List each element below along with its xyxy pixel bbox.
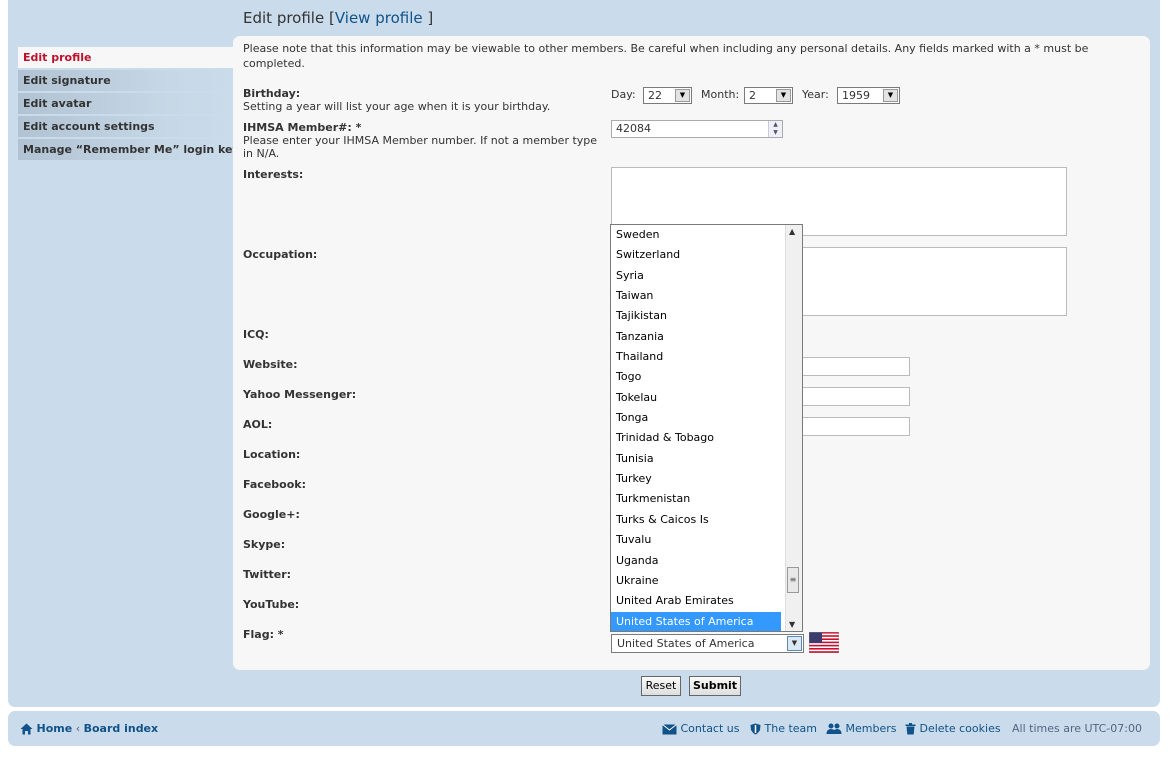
- trash-icon: [905, 723, 916, 735]
- home-link[interactable]: Home: [37, 722, 73, 735]
- contact-us-text: Contact us: [680, 722, 740, 735]
- delete-cookies-link[interactable]: Delete cookies: [905, 722, 1001, 735]
- interests-label: Interests:: [243, 168, 304, 181]
- flag-select[interactable]: United States of America ▼: [611, 634, 804, 653]
- dropdown-option[interactable]: Tanzania: [611, 327, 781, 347]
- year-value: 1959: [842, 89, 870, 102]
- birthday-help: Setting a year will list your age when i…: [243, 100, 551, 113]
- member-label: IHMSA Member#: *: [243, 121, 362, 134]
- dropdown-option[interactable]: Sweden: [611, 225, 781, 245]
- page-title: Edit profile [View profile ]: [243, 9, 433, 27]
- scroll-up-icon[interactable]: ▲: [789, 227, 795, 236]
- yahoo-label: Yahoo Messenger:: [243, 388, 357, 401]
- the-team-text: The team: [764, 722, 818, 735]
- location-label: Location:: [243, 448, 301, 461]
- dropdown-option[interactable]: Uganda: [611, 551, 781, 571]
- contact-us-link[interactable]: Contact us: [662, 722, 740, 735]
- dropdown-option[interactable]: Tokelau: [611, 388, 781, 408]
- reset-button[interactable]: Reset: [641, 676, 681, 696]
- tab-edit-avatar[interactable]: Edit avatar: [18, 93, 233, 114]
- day-label: Day:: [611, 88, 636, 101]
- twitter-label: Twitter:: [243, 568, 292, 581]
- dropdown-scrollbar[interactable]: ▲ ≡ ▼: [785, 225, 802, 631]
- timezone-text: All times are UTC-07:00: [1012, 722, 1142, 735]
- tab-edit-profile[interactable]: Edit profile: [18, 47, 233, 68]
- dropdown-option[interactable]: Tuvalu: [611, 530, 781, 550]
- chevron-down-icon: ▼: [883, 89, 898, 102]
- year-select[interactable]: 1959 ▼: [837, 87, 900, 104]
- scroll-down-icon[interactable]: ▼: [789, 620, 795, 629]
- youtube-label: YouTube:: [243, 598, 300, 611]
- chevron-down-icon: ▼: [776, 89, 791, 102]
- number-spinner[interactable]: ▲ ▼: [768, 121, 782, 137]
- chevron-down-icon: ▼: [675, 89, 690, 102]
- member-number-value: 42084: [616, 122, 651, 135]
- birthday-label: Birthday:: [243, 87, 301, 100]
- dropdown-option[interactable]: Syria: [611, 266, 781, 286]
- dropdown-option-selected[interactable]: United States of America: [611, 611, 781, 631]
- dropdown-option[interactable]: Turkmenistan: [611, 489, 781, 509]
- the-team-link[interactable]: The team: [750, 722, 817, 735]
- day-value: 22: [648, 89, 662, 102]
- dropdown-option[interactable]: Turks & Caicos Is: [611, 510, 781, 530]
- envelope-icon: [662, 723, 677, 734]
- tab-edit-account-settings[interactable]: Edit account settings: [18, 116, 233, 137]
- dropdown-option[interactable]: Trinidad & Tobago: [611, 428, 781, 448]
- flag-dropdown-list[interactable]: Sweden Switzerland Syria Taiwan Tajikist…: [610, 224, 803, 632]
- breadcrumb-separator-icon: ‹: [75, 722, 81, 735]
- facebook-label: Facebook:: [243, 478, 306, 491]
- bracket-close: ]: [427, 9, 434, 27]
- page-title-text: Edit profile: [243, 9, 325, 27]
- dropdown-option[interactable]: United Arab Emirates: [611, 591, 781, 611]
- month-select[interactable]: 2 ▼: [744, 87, 793, 104]
- dropdown-option[interactable]: Switzerland: [611, 245, 781, 265]
- icq-label: ICQ:: [243, 328, 269, 341]
- view-profile-link[interactable]: View profile: [335, 9, 423, 27]
- scrollbar-thumb[interactable]: ≡: [787, 567, 799, 593]
- aol-label: AOL:: [243, 418, 273, 431]
- skype-label: Skype:: [243, 538, 286, 551]
- dropdown-option[interactable]: Taiwan: [611, 286, 781, 306]
- website-label: Website:: [243, 358, 298, 371]
- members-text: Members: [845, 722, 897, 735]
- dropdown-option[interactable]: Turkey: [611, 469, 781, 489]
- dropdown-option[interactable]: Tajikistan: [611, 306, 781, 326]
- dropdown-option[interactable]: Ukraine: [611, 571, 781, 591]
- tab-remember-me-keys[interactable]: Manage “Remember Me” login keys: [18, 139, 233, 160]
- tab-edit-signature[interactable]: Edit signature: [18, 70, 233, 91]
- breadcrumb: Home ‹ Board index: [20, 722, 158, 735]
- chevron-down-icon: ▼: [787, 636, 802, 651]
- member-number-input[interactable]: 42084 ▲ ▼: [611, 120, 783, 138]
- home-icon: [20, 723, 33, 735]
- delete-cookies-text: Delete cookies: [919, 722, 1001, 735]
- occupation-label: Occupation:: [243, 248, 318, 261]
- users-icon: [826, 723, 842, 734]
- dropdown-option[interactable]: Togo: [611, 367, 781, 387]
- shield-icon: [750, 723, 761, 735]
- year-label: Year:: [802, 88, 829, 101]
- flag-label: Flag: *: [243, 628, 284, 641]
- google-label: Google+:: [243, 508, 300, 521]
- submit-button[interactable]: Submit: [689, 676, 741, 696]
- dropdown-option[interactable]: Tonga: [611, 408, 781, 428]
- flag-select-value: United States of America: [617, 637, 755, 650]
- month-value: 2: [749, 89, 756, 102]
- dropdown-option[interactable]: Thailand: [611, 347, 781, 367]
- sidebar-tabs: Edit profile Edit signature Edit avatar …: [18, 47, 233, 162]
- dropdown-option[interactable]: Tunisia: [611, 449, 781, 469]
- day-select[interactable]: 22 ▼: [643, 87, 692, 104]
- month-label: Month:: [701, 88, 740, 101]
- members-link[interactable]: Members: [826, 722, 896, 735]
- member-help: Please enter your IHMSA Member number. I…: [243, 134, 598, 160]
- privacy-note: Please note that this information may be…: [243, 42, 1089, 70]
- us-flag-icon: [809, 632, 839, 653]
- board-index-link[interactable]: Board index: [84, 722, 159, 735]
